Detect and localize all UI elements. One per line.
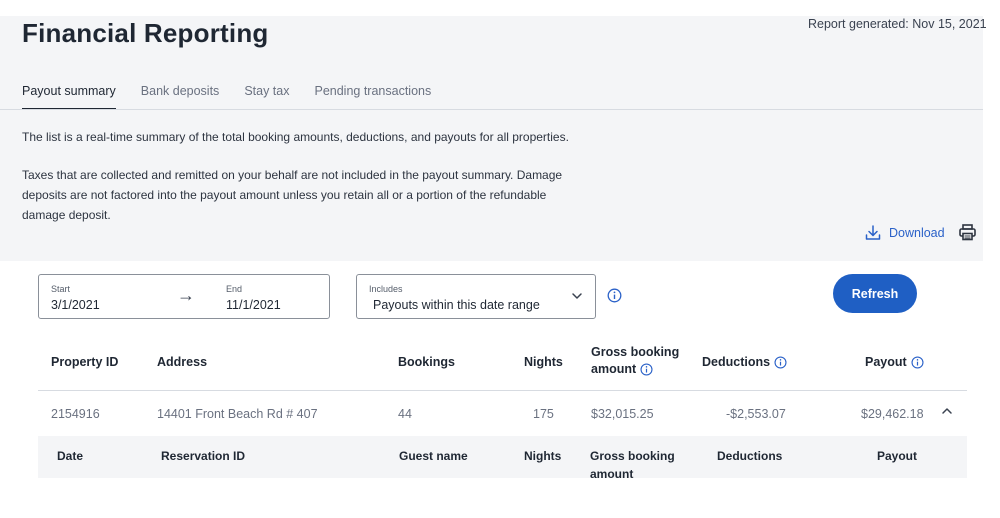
cell-bookings: 44	[398, 407, 412, 421]
info-icon[interactable]	[911, 355, 924, 369]
tab-bank-deposits[interactable]: Bank deposits	[141, 84, 220, 110]
col-payout-label: Payout	[865, 355, 907, 369]
page-title: Financial Reporting	[22, 18, 269, 48]
subcol-deductions[interactable]: Deductions	[717, 449, 782, 463]
download-button[interactable]: Download	[864, 224, 945, 242]
tab-stay-tax[interactable]: Stay tax	[244, 84, 289, 110]
subcol-gross-booking[interactable]: Gross booking amount	[590, 449, 675, 478]
subcol-gross-line1: Gross booking	[590, 449, 675, 463]
info-icon[interactable]	[640, 362, 653, 376]
download-icon	[865, 225, 881, 240]
print-button[interactable]	[958, 223, 977, 247]
col-nights[interactable]: Nights	[524, 355, 563, 369]
summary-description: The list is a real-time summary of the t…	[22, 130, 569, 144]
cell-address: 14401 Front Beach Rd # 407	[157, 407, 318, 421]
start-label: Start	[51, 284, 71, 294]
chevron-down-icon	[572, 293, 582, 299]
chevron-up-icon[interactable]	[941, 405, 953, 417]
end-label: End	[226, 284, 243, 294]
info-icon[interactable]	[774, 355, 787, 369]
end-date-input[interactable]: 11/1/2021	[226, 298, 281, 312]
printer-icon	[959, 224, 976, 241]
cell-payout: $29,462.18	[861, 407, 924, 421]
start-date-input[interactable]: 3/1/2021	[51, 298, 100, 312]
includes-value: Payouts within this date range	[373, 298, 540, 312]
cell-nights: 175	[533, 407, 554, 421]
col-deductions-label: Deductions	[702, 355, 771, 369]
col-bookings[interactable]: Bookings	[398, 355, 455, 369]
col-address[interactable]: Address	[157, 355, 207, 369]
refresh-button[interactable]: Refresh	[833, 274, 917, 313]
subcol-date[interactable]: Date	[57, 449, 83, 463]
table-header-divider	[38, 390, 967, 391]
includes-label: Includes	[369, 284, 403, 294]
subcol-reservation-id[interactable]: Reservation ID	[161, 449, 245, 463]
report-generated-date: Report generated: Nov 15, 2021	[808, 17, 987, 31]
cell-property-id: 2154916	[51, 407, 100, 421]
col-gross-booking-amount[interactable]: Gross booking amount	[591, 345, 679, 376]
col-deductions[interactable]: Deductions	[702, 355, 787, 369]
includes-select[interactable]: Includes Payouts within this date range	[356, 274, 596, 319]
tab-bar: Payout summary Bank deposits Stay tax Pe…	[22, 84, 456, 110]
cell-deductions: -$2,553.07	[726, 407, 786, 421]
col-payout[interactable]: Payout	[865, 355, 924, 369]
tab-pending-transactions[interactable]: Pending transactions	[314, 84, 431, 110]
arrow-right-icon: →	[177, 285, 195, 305]
col-gross-line1: Gross booking	[591, 345, 680, 359]
tabs-divider	[0, 109, 983, 110]
taxes-note: Taxes that are collected and remitted on…	[22, 168, 563, 222]
tab-payout-summary[interactable]: Payout summary	[22, 84, 116, 110]
date-range-picker[interactable]: Start 3/1/2021 → End 11/1/2021	[38, 274, 330, 319]
col-gross-line2: amount	[591, 362, 637, 376]
subcol-gross-line2: amount	[590, 467, 634, 478]
subcol-nights[interactable]: Nights	[524, 449, 561, 463]
col-property-id[interactable]: Property ID	[51, 355, 118, 369]
info-icon[interactable]	[607, 288, 622, 303]
download-label: Download	[889, 226, 945, 240]
cell-gross: $32,015.25	[591, 407, 654, 421]
subcol-guest-name[interactable]: Guest name	[399, 449, 468, 463]
reservation-subtable-header: Date Reservation ID Guest name Nights Gr…	[38, 436, 967, 478]
subcol-payout[interactable]: Payout	[877, 449, 917, 463]
